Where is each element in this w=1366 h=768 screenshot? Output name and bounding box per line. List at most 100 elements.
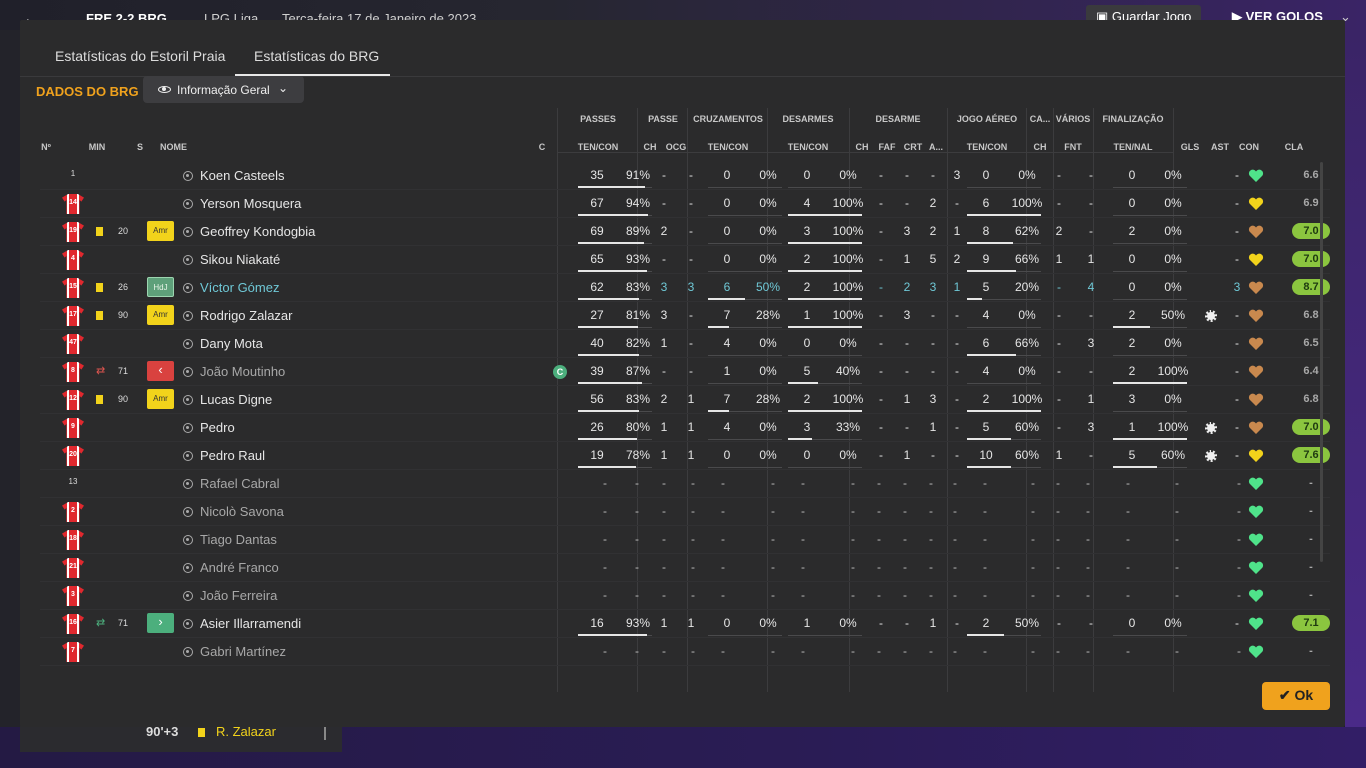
tackle-crt: - bbox=[931, 308, 935, 322]
table-row[interactable]: 3 João Ferreira - - - - - - - - - - - - - - - - - - - - bbox=[40, 582, 1330, 610]
ok-button[interactable]: ✔ Ok bbox=[1262, 682, 1330, 710]
table-row[interactable]: 47 Dany Mota 40 82% 1 - 4 0% 0 0% - - - - 6 66% - 3 2 0% - 6.… bbox=[40, 330, 1330, 358]
table-row[interactable]: 4 Sikou Niakaté 65 93% - -0 0% 2 100% -1 5 2 9 66% 1 1 0… bbox=[40, 246, 1330, 274]
tackles-attempts: 2 bbox=[803, 280, 811, 294]
view-select[interactable]: Informação Geral ⌄ bbox=[143, 76, 304, 103]
scrollbar[interactable] bbox=[1320, 162, 1323, 562]
subbed-on-icon: › bbox=[147, 613, 174, 633]
empty-stat: - bbox=[721, 532, 725, 546]
rating-badge: 7.6 bbox=[1292, 447, 1330, 463]
shirt-number: 7 bbox=[71, 647, 75, 654]
player-picture-icon bbox=[183, 535, 193, 545]
yellow-card-icon bbox=[198, 728, 205, 737]
player-name[interactable]: Asier Illarramendi bbox=[200, 616, 301, 631]
player-name[interactable]: João Moutinho bbox=[200, 364, 285, 379]
crosses-attempts: 0 bbox=[723, 224, 731, 238]
table-row[interactable]: 16 ⇄ 71 › Asier Illarramendi 16 93% 1 1 0 0% 1 0% - - 1… bbox=[40, 610, 1330, 638]
col-da: A... bbox=[928, 142, 943, 152]
empty-stat: - bbox=[801, 476, 805, 490]
player-name[interactable]: Koen Casteels bbox=[200, 168, 285, 183]
table-row[interactable]: 8 ⇄ 71 ‹ João Moutinho C 39 87% - -1 0% 5 40% - - - -4 0%… bbox=[40, 358, 1330, 386]
crosses-bar-track bbox=[708, 243, 782, 244]
table-row[interactable]: 13 Rafael Cabral - - - - - - - - - - - - - - - - - - - - bbox=[40, 470, 1330, 498]
player-name[interactable]: Dany Mota bbox=[200, 336, 263, 351]
passes-attempts: 39 bbox=[590, 364, 604, 378]
table-row[interactable]: 18 Tiago Dantas - - - - - - - - - - - - - - - - - - - - bbox=[40, 526, 1330, 554]
tackle-ch: - bbox=[879, 420, 883, 434]
player-name[interactable]: Sikou Niakaté bbox=[200, 252, 280, 267]
shots-bar-track bbox=[1113, 271, 1187, 272]
assists: - bbox=[1235, 168, 1239, 182]
player-name[interactable]: Rafael Cabral bbox=[200, 476, 280, 491]
col-dch: CH bbox=[855, 142, 869, 152]
table-row[interactable]: 12 90 Amr Lucas Digne 56 83% 2 1 7 28% 2 100% -1 3-2 1… bbox=[40, 386, 1330, 414]
status-badge: HdJ bbox=[147, 277, 174, 297]
table-row[interactable]: 9 Pedro 26 80% 1 1 4 0% 3 33% - - 1 - 5 60% - 3 1 100% - 7.0 bbox=[40, 414, 1330, 442]
player-picture-icon bbox=[183, 171, 193, 181]
table-row[interactable]: 20 Pedro Raul 19 78% 1 1 0 0% 0 0% -1- -10 60% 1-5 60%… bbox=[40, 442, 1330, 470]
passes-bar bbox=[578, 466, 636, 468]
tackles-bar bbox=[788, 410, 862, 412]
aerial-pct: 60% bbox=[1014, 448, 1040, 462]
player-name[interactable]: Pedro Raul bbox=[200, 448, 265, 463]
table-row[interactable]: 15 26 HdJ Víctor Gómez 62 83% 3 3 6 50% 2 100% -2 3 1 5… bbox=[40, 274, 1330, 302]
minutes: 26 bbox=[117, 282, 128, 292]
tab-brg-stats[interactable]: Estatísticas do BRG bbox=[254, 48, 379, 64]
player-name[interactable]: Tiago Dantas bbox=[200, 532, 277, 547]
player-name[interactable]: Nicolò Savona bbox=[200, 504, 284, 519]
tackle-faf: - bbox=[905, 364, 909, 378]
player-name[interactable]: Víctor Gómez bbox=[200, 280, 279, 295]
empty-stat: - bbox=[1175, 532, 1179, 546]
shirt-icon: 18 bbox=[62, 530, 84, 550]
rating-badge: 6.6 bbox=[1303, 169, 1319, 181]
table-row[interactable]: 14 Yerson Mosquera 67 94% - -0 0% 4 100% - -2-6 100… bbox=[40, 190, 1330, 218]
table-row[interactable]: 19 20 Amr Geoffrey Kondogbia 69 89% 2 - 0 0% 3 100%… bbox=[40, 218, 1330, 246]
empty-stat: - bbox=[662, 560, 666, 574]
rating-badge: 7.0 bbox=[1292, 419, 1330, 435]
table-row[interactable]: 2 Nicolò Savona - - - - - - - - - - - - - - - - - - - - bbox=[40, 498, 1330, 526]
player-name[interactable]: Gabri Martínez bbox=[200, 644, 286, 659]
player-picture-icon bbox=[183, 451, 193, 461]
player-name[interactable]: Yerson Mosquera bbox=[200, 196, 301, 211]
tab-estoril-stats[interactable]: Estatísticas do Estoril Praia bbox=[55, 48, 225, 64]
crosses-bar bbox=[708, 326, 729, 328]
player-name[interactable]: Pedro bbox=[200, 420, 235, 435]
aerial-bar-track bbox=[967, 383, 1041, 384]
player-name[interactable]: André Franco bbox=[200, 560, 279, 575]
empty-stat: - bbox=[1086, 560, 1090, 574]
crosses-attempts: 7 bbox=[723, 308, 731, 322]
tackles-pct: 100% bbox=[832, 280, 864, 294]
empty-stat: - bbox=[1056, 476, 1060, 490]
misc-fnt: 1 bbox=[1087, 252, 1095, 266]
shots-pct: 100% bbox=[1157, 420, 1189, 434]
condition-heart-icon bbox=[1248, 421, 1264, 434]
pass-ocg: 1 bbox=[687, 392, 695, 406]
table-row[interactable]: 17 90 Amr Rodrigo Zalazar 27 81% 3 - 7 28% 1 100% - 3… bbox=[40, 302, 1330, 330]
shots-pct: 0% bbox=[1164, 336, 1182, 350]
tackles-attempts: 1 bbox=[803, 308, 811, 322]
player-name[interactable]: Rodrigo Zalazar bbox=[200, 308, 293, 323]
empty-stat: - bbox=[771, 588, 775, 602]
aerial-bar bbox=[967, 634, 1004, 636]
tackle-crt: 5 bbox=[929, 252, 937, 266]
passes-attempts: 62 bbox=[590, 280, 604, 294]
player-name[interactable]: João Ferreira bbox=[200, 588, 277, 603]
table-row[interactable]: 7 Gabri Martínez - - - - - - - - - - - - - - - - - - - - bbox=[40, 638, 1330, 666]
tackle-ch: - bbox=[879, 252, 883, 266]
assists: - bbox=[1235, 336, 1239, 350]
pass-ocg: - bbox=[689, 168, 693, 182]
tackles-bar bbox=[788, 298, 862, 300]
cards-ch: 1 bbox=[1055, 252, 1063, 266]
empty-stat: - bbox=[1126, 560, 1130, 574]
player-name[interactable]: Lucas Digne bbox=[200, 392, 272, 407]
shirt-number: 17 bbox=[69, 311, 77, 318]
tackles-bar-track bbox=[788, 467, 862, 468]
table-row[interactable]: 1 Koen Casteels 35 91% - -0 0% 0 0% - - -3 0 0% - -0 0% -… bbox=[40, 162, 1330, 190]
group-jogo-aereo: JOGO AÉREO bbox=[956, 114, 1018, 124]
col-name: NOME bbox=[160, 142, 187, 152]
table-row[interactable]: 21 André Franco - - - - - - - - - - - - - - - - - - - - bbox=[40, 554, 1330, 582]
empty-stat: - bbox=[635, 644, 639, 658]
tackle-ch: - bbox=[879, 616, 883, 630]
player-name[interactable]: Geoffrey Kondogbia bbox=[200, 224, 315, 239]
condition-heart-icon bbox=[1248, 533, 1264, 546]
